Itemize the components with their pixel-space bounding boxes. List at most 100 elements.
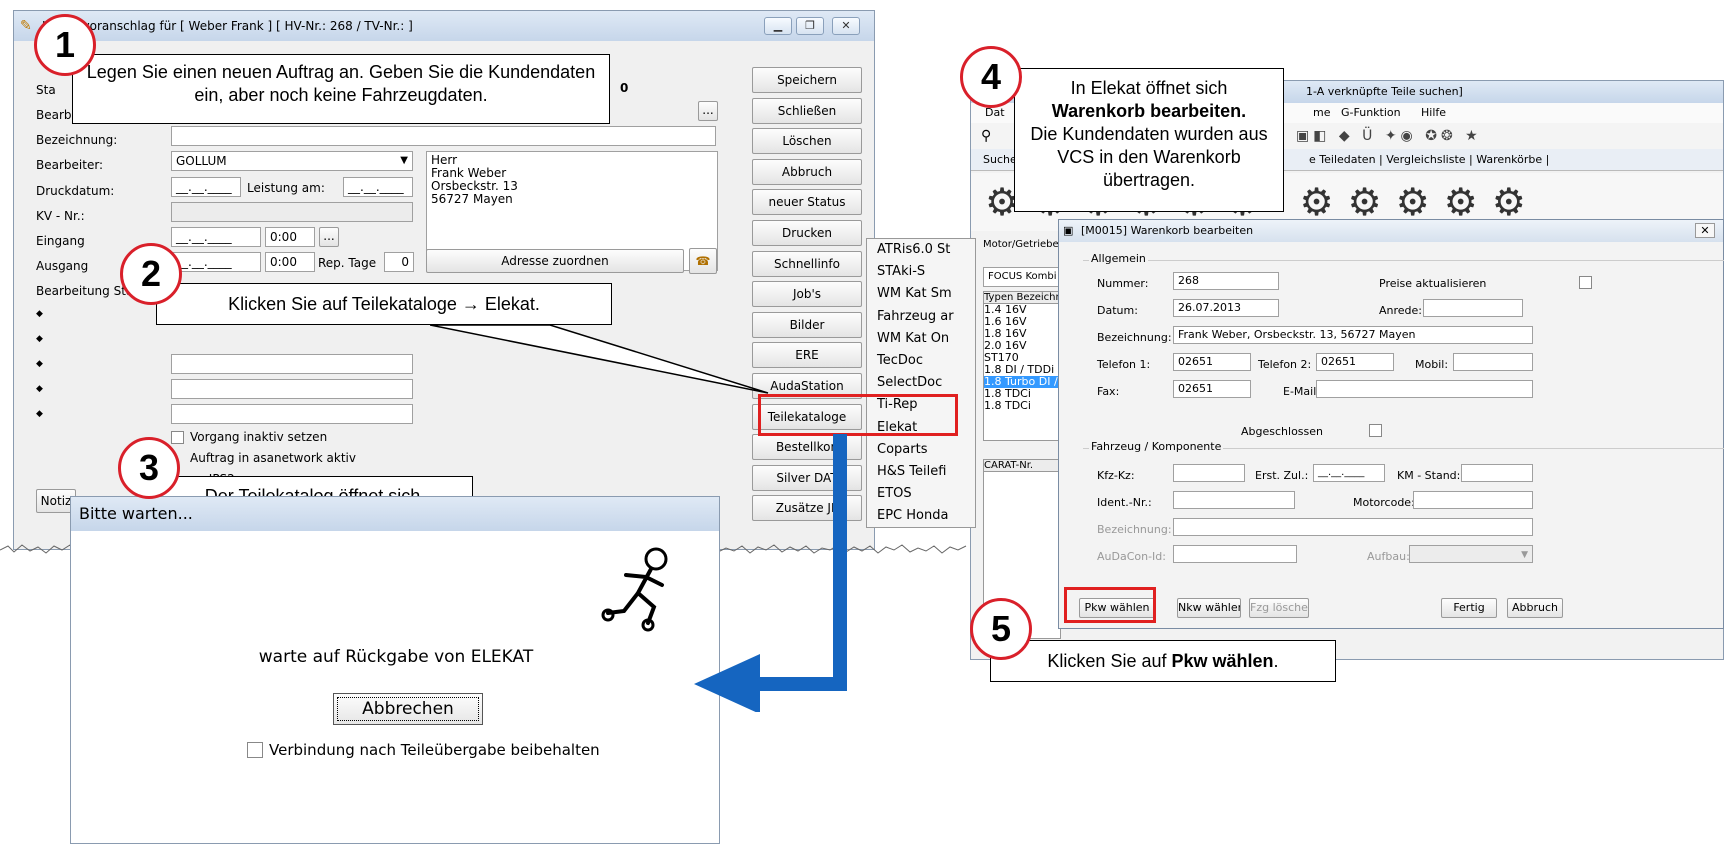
catalog-menu-item[interactable]: WM Kat Sm <box>867 283 975 305</box>
fertig-button[interactable]: Fertig <box>1441 598 1497 618</box>
nummer-input[interactable]: 268 <box>1173 272 1279 290</box>
catalog-menu-item[interactable]: Coparts <box>867 439 975 461</box>
datum-input[interactable]: 26.07.2013 <box>1173 299 1279 317</box>
abgeschlossen-checkbox[interactable] <box>1369 424 1382 437</box>
tab-suche[interactable]: Suche <box>983 149 1017 171</box>
telefon2-label: Telefon 2: <box>1258 358 1312 371</box>
anrede-label: Anrede: <box>1379 304 1423 317</box>
callout-5-text-bold: Pkw wählen <box>1171 651 1274 671</box>
verbindung-checkbox[interactable] <box>247 742 263 758</box>
preise-checkbox[interactable] <box>1579 276 1592 289</box>
motorcode-input[interactable] <box>1413 491 1533 509</box>
fax-input[interactable]: 02651 <box>1173 380 1251 398</box>
side-button-abbruch[interactable]: Abbruch <box>752 158 862 185</box>
email-input[interactable] <box>1316 380 1533 398</box>
catalog-menu-item[interactable]: ETOS <box>867 483 975 505</box>
extra-field-1[interactable] <box>171 354 413 374</box>
ausgang-label: Ausgang <box>36 259 89 273</box>
side-button-schnellinfo[interactable]: Schnellinfo <box>752 250 862 277</box>
pkw-waehlen-highlight <box>1064 587 1156 623</box>
side-button-löschen[interactable]: Löschen <box>752 128 862 155</box>
telefon2-input[interactable]: 02651 <box>1316 353 1394 371</box>
erst-zul-input[interactable]: __.__.____ <box>1313 464 1385 482</box>
menu-extra[interactable]: me <box>1313 103 1330 123</box>
km-stand-input[interactable] <box>1461 464 1533 482</box>
badge-4: 4 <box>960 46 1022 108</box>
druckdatum-input[interactable]: __.__.____ <box>171 177 241 197</box>
menu-hilfe[interactable]: Hilfe <box>1421 103 1446 123</box>
eingang-time[interactable]: 0:00 <box>265 227 315 247</box>
ausgang-date[interactable]: __.__.____ <box>171 252 261 272</box>
callout-4-text-1: In Elekat öffnet sich <box>1070 78 1228 98</box>
model-field[interactable]: FOCUS Kombi <box>983 267 1061 287</box>
audacon-input[interactable] <box>1173 545 1297 563</box>
side-button-neuer-status[interactable]: neuer Status <box>752 189 862 216</box>
ausgang-time[interactable]: 0:00 <box>265 252 315 272</box>
vorgang-inaktiv-label: Vorgang inaktiv setzen <box>190 430 328 444</box>
menu-g-funktion[interactable]: G-Funktion <box>1341 103 1401 123</box>
fzg-loeschen-button[interactable]: Fzg löschen <box>1249 598 1309 618</box>
badge-2: 2 <box>120 243 182 305</box>
teilekataloge-elekat-highlight <box>758 394 958 436</box>
aufbau-select[interactable]: ▼ <box>1409 545 1533 563</box>
callout-5-text-pre: Klicken Sie auf <box>1047 651 1172 671</box>
eingang-ellipsis-button[interactable]: ... <box>319 227 339 247</box>
tabs-fragment[interactable]: e Teiledaten | Vergleichsliste | Warenkö… <box>1309 149 1549 171</box>
telefon1-label: Telefon 1: <box>1097 358 1151 371</box>
address-book-icon[interactable]: ☎ <box>689 248 717 274</box>
wait-dialog: Bitte warten... warte auf Rückgabe von E… <box>70 496 720 844</box>
bullet-4: ◆ <box>36 384 43 394</box>
close-button[interactable]: ✕ <box>832 17 860 35</box>
kv-nr-label: KV - Nr.: <box>36 209 85 223</box>
side-button-job-s[interactable]: Job's <box>752 281 862 308</box>
toolbar-icons[interactable]: ▣◧ ◆ Ü ✦◉ ✪❂ ★ <box>1296 123 1482 149</box>
telefon1-input[interactable]: 02651 <box>1173 353 1251 371</box>
kfz-input[interactable] <box>1173 464 1245 482</box>
erst-zul-label: Erst. Zul.: <box>1255 469 1309 482</box>
kfz-label: Kfz-Kz: <box>1097 469 1135 482</box>
vorgang-inaktiv-checkbox[interactable] <box>171 431 184 444</box>
aufbau-label: Aufbau: <box>1367 550 1410 563</box>
side-button-speichern[interactable]: Speichern <box>752 67 862 93</box>
mobil-label: Mobil: <box>1415 358 1449 371</box>
abbruch-wk-button[interactable]: Abbruch <box>1507 598 1563 618</box>
side-button-schließen[interactable]: Schließen <box>752 97 862 124</box>
bezeichnung-fz-input[interactable] <box>1173 518 1533 536</box>
catalog-menu-item[interactable]: STAki-S <box>867 261 975 283</box>
leistung-am-input[interactable]: __.__.____ <box>343 177 413 197</box>
eingang-date[interactable]: __.__.____ <box>171 227 261 247</box>
warenkorb-close-icon[interactable]: ✕ <box>1695 223 1715 238</box>
status-value: 0 <box>620 81 629 95</box>
badge-3: 3 <box>118 437 180 499</box>
minimize-button[interactable]: ▁ <box>764 17 792 35</box>
callout-4: In Elekat öffnet sich Warenkorb bearbeit… <box>1014 68 1284 212</box>
bearbeiter-select[interactable]: GOLLUM ▼ <box>171 151 413 171</box>
bezeichnung-wk-input[interactable]: Frank Weber, Orsbeckstr. 13, 56727 Mayen <box>1173 326 1533 344</box>
extra-field-2[interactable] <box>171 379 413 399</box>
abbrechen-button[interactable]: Abbrechen <box>333 693 483 725</box>
side-button-drucken[interactable]: Drucken <box>752 220 862 246</box>
extra-field-3[interactable] <box>171 404 413 424</box>
maximize-button[interactable]: ❐ <box>796 17 824 35</box>
catalog-menu-item[interactable]: ATRis6.0 St <box>867 239 975 261</box>
bezeichnung-input[interactable] <box>171 126 716 146</box>
warenkorb-window-icon: ▣ <box>1063 224 1074 237</box>
catalog-menu-item[interactable]: H&S Teilefi <box>867 461 975 483</box>
rep-tage-input[interactable]: 0 <box>384 252 414 272</box>
fax-label: Fax: <box>1097 385 1120 398</box>
warenkorb-dialog: ▣ [M0015] Warenkorb bearbeiten ✕ Allgeme… <box>1058 219 1724 629</box>
ident-input[interactable] <box>1173 491 1295 509</box>
bearbeiter-value: GOLLUM <box>176 154 227 168</box>
adresse-zuordnen-button[interactable]: Adresse zuordnen <box>426 249 684 273</box>
elekat-title: 1-A verknüpfte Teile suchen] <box>1306 85 1463 98</box>
binoculars-icon[interactable]: ⚲ <box>981 123 991 149</box>
nkw-waehlen-button[interactable]: Nkw wählen <box>1177 598 1241 618</box>
anrede-input[interactable] <box>1423 299 1523 317</box>
bearbeiter-label: Bearbeiter: <box>36 158 104 172</box>
catalog-menu-item[interactable]: EPC Honda <box>867 505 975 527</box>
carat-header: CARAT-Nr. <box>984 460 1060 472</box>
aufbau-dropdown-icon: ▼ <box>1521 550 1528 560</box>
verbindung-label: Verbindung nach Teileübergabe beibehalte… <box>269 741 600 759</box>
ellipsis-button[interactable]: ... <box>698 101 718 121</box>
mobil-input[interactable] <box>1453 353 1533 371</box>
